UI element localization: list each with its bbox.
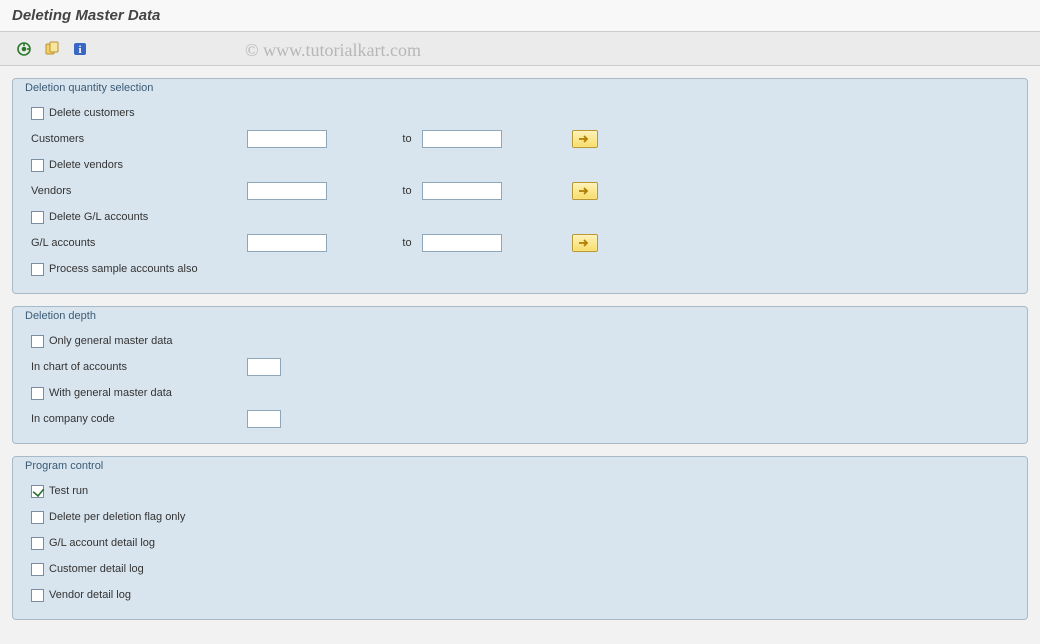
process-sample-label: Process sample accounts also — [49, 263, 198, 275]
chart-of-accounts-input[interactable] — [247, 358, 281, 376]
customers-multiselect-button[interactable] — [572, 130, 598, 148]
delete-customers-label: Delete customers — [49, 107, 135, 119]
execute-button[interactable] — [14, 39, 34, 59]
content: Deletion quantity selection Delete custo… — [0, 66, 1040, 644]
group-title: Program control — [23, 460, 105, 472]
customer-detail-log-checkbox[interactable] — [31, 563, 44, 576]
with-general-checkbox[interactable] — [31, 387, 44, 400]
in-chart-of-accounts-label: In chart of accounts — [31, 361, 127, 373]
group-deletion-quantity: Deletion quantity selection Delete custo… — [12, 78, 1028, 294]
delete-per-flag-checkbox[interactable] — [31, 511, 44, 524]
vendors-from-input[interactable] — [247, 182, 327, 200]
process-sample-checkbox[interactable] — [31, 263, 44, 276]
vendors-multiselect-button[interactable] — [572, 182, 598, 200]
vendor-detail-log-label: Vendor detail log — [49, 589, 131, 601]
only-general-checkbox[interactable] — [31, 335, 44, 348]
delete-vendors-label: Delete vendors — [49, 159, 123, 171]
delete-vendors-checkbox[interactable] — [31, 159, 44, 172]
page-title: Deleting Master Data — [12, 7, 160, 24]
to-label: to — [402, 133, 411, 145]
group-title: Deletion depth — [23, 310, 98, 322]
delete-gl-checkbox[interactable] — [31, 211, 44, 224]
toolbar: i — [0, 32, 1040, 66]
customers-to-input[interactable] — [422, 130, 502, 148]
in-company-code-label: In company code — [31, 413, 115, 425]
gl-detail-log-checkbox[interactable] — [31, 537, 44, 550]
delete-customers-checkbox[interactable] — [31, 107, 44, 120]
gl-multiselect-button[interactable] — [572, 234, 598, 252]
with-general-label: With general master data — [49, 387, 172, 399]
group-title: Deletion quantity selection — [23, 82, 155, 94]
test-run-label: Test run — [49, 485, 88, 497]
to-label: to — [402, 237, 411, 249]
group-deletion-depth: Deletion depth Only general master data … — [12, 306, 1028, 444]
company-code-input[interactable] — [247, 410, 281, 428]
vendors-label: Vendors — [31, 185, 71, 197]
gl-to-input[interactable] — [422, 234, 502, 252]
page-header: Deleting Master Data — [0, 0, 1040, 32]
test-run-checkbox[interactable] — [31, 485, 44, 498]
customers-label: Customers — [31, 133, 84, 145]
gl-detail-log-label: G/L account detail log — [49, 537, 155, 549]
delete-per-flag-label: Delete per deletion flag only — [49, 511, 185, 523]
vendor-detail-log-checkbox[interactable] — [31, 589, 44, 602]
to-label: to — [402, 185, 411, 197]
customers-from-input[interactable] — [247, 130, 327, 148]
svg-text:i: i — [78, 44, 81, 56]
variant-button[interactable] — [42, 39, 62, 59]
only-general-label: Only general master data — [49, 335, 173, 347]
vendors-to-input[interactable] — [422, 182, 502, 200]
delete-gl-label: Delete G/L accounts — [49, 211, 148, 223]
customer-detail-log-label: Customer detail log — [49, 563, 144, 575]
gl-accounts-label: G/L accounts — [31, 237, 95, 249]
gl-from-input[interactable] — [247, 234, 327, 252]
info-button[interactable]: i — [70, 39, 90, 59]
group-program-control: Program control Test run Delete per dele… — [12, 456, 1028, 620]
